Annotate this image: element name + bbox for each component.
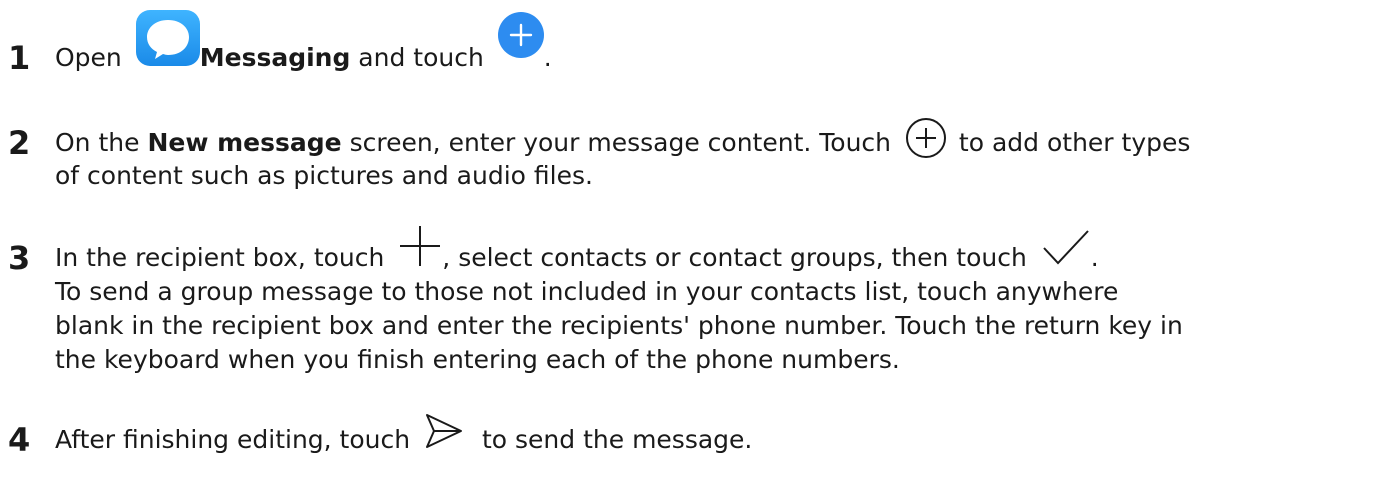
step-text: Open Messaging and touch . <box>55 10 552 94</box>
step-text-continued: the keyboard when you finish entering ea… <box>55 345 900 374</box>
add-circle-filled-icon <box>497 12 544 58</box>
checkmark-icon <box>1041 228 1091 268</box>
messaging-app-icon <box>135 10 200 66</box>
step-number: 1 <box>8 39 31 77</box>
step-number: 3 <box>8 239 31 277</box>
step-number: 4 <box>8 421 31 459</box>
step-number: 2 <box>8 124 31 162</box>
add-circle-outline-icon <box>905 117 947 159</box>
send-icon <box>424 412 464 450</box>
step-text: After finishing editing, touch to send t… <box>55 414 752 460</box>
plus-icon <box>398 224 442 268</box>
step-text-continued: of content such as pictures and audio fi… <box>55 161 593 190</box>
